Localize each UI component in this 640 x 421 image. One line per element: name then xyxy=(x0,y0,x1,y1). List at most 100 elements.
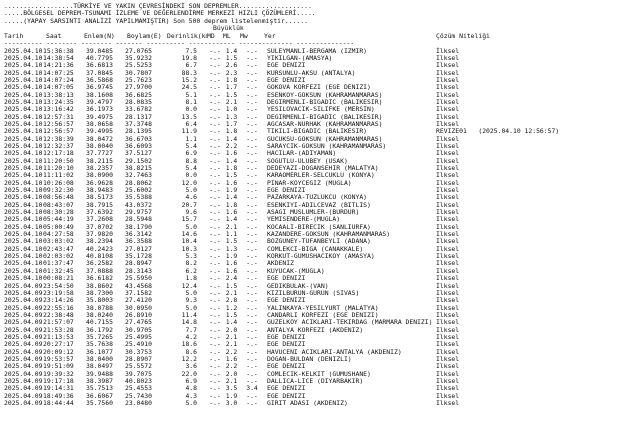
cell-spacer xyxy=(197,106,207,113)
cell-latitude: 39.4797 xyxy=(86,98,113,106)
cell-solution: İlksel xyxy=(436,341,460,349)
cell-place: KAZANDERE-GOKSUN (KAHRAMANMARAS) xyxy=(267,231,391,239)
cell-md: -.- xyxy=(209,201,221,209)
cell-ml: 1.9 xyxy=(225,392,238,400)
table-row: 2025.04.10 03:03:02 38.2394 36.3588 10.4 -.- 1… xyxy=(4,238,604,245)
cell-date: 2025.04.10 xyxy=(4,238,43,246)
cell-ml: 1.4 xyxy=(225,135,238,143)
table-row: 2025.04.10 11:20:10 38.2357 38.8215 5.4 -.- 1.… xyxy=(4,165,604,172)
cell-longitude: 37.1582 xyxy=(125,289,152,297)
cell-latitude: 36.2582 xyxy=(86,260,113,268)
cell-time: 12:56:57 xyxy=(43,128,74,136)
cell-date: 2025.04.10 xyxy=(4,142,43,150)
cell-solution: İlksel xyxy=(436,245,460,253)
cell-place: YESILOVACIK-SILIFKE (MERSIN) xyxy=(267,106,375,114)
cell-depth: 5.3 xyxy=(185,253,197,261)
cell-md: -.- xyxy=(209,289,221,297)
cell-solution: İlksel xyxy=(436,260,460,268)
cell-place: DOGAN-BULDAN (DENIZLI) xyxy=(267,355,352,363)
cell-md: -.- xyxy=(209,164,221,172)
cell-time: 01:37:47 xyxy=(43,260,74,268)
cell-longitude: 40.8023 xyxy=(125,377,152,385)
cell-mw: -.- xyxy=(246,201,258,209)
cell-time: 02:43:47 xyxy=(43,245,74,253)
cell-latitude: 40.7795 xyxy=(86,54,113,62)
cell-time: 11:11:02 xyxy=(43,172,74,180)
cell-longitude: 25.7430 xyxy=(125,392,152,400)
cell-ml: 1.7 xyxy=(225,120,238,128)
cell-md: -.- xyxy=(209,76,221,84)
cell-spacer xyxy=(197,121,207,128)
cell-latitude: 37.7727 xyxy=(86,150,113,158)
cell-mw: -.- xyxy=(246,142,258,150)
cell-spacer xyxy=(197,253,207,260)
cell-latitude: 38.0788 xyxy=(86,304,113,312)
cell-place: GUZELKOY ACIKLARI-TEKIRDAG (MARMARA DENI… xyxy=(267,319,433,327)
cell-longitude: 28.5948 xyxy=(125,216,152,224)
cell-mw: -.- xyxy=(246,54,258,62)
cell-solution: İlksel xyxy=(436,370,460,378)
cell-solution: İlksel xyxy=(436,275,460,283)
cell-depth: 13.5 xyxy=(181,113,197,121)
cell-depth: 12.4 xyxy=(181,282,197,290)
cell-time: 14:21:36 xyxy=(43,62,74,70)
cell-latitude: 36.1973 xyxy=(86,106,113,114)
cell-mw: -.- xyxy=(246,326,258,334)
cell-depth: 5.4 xyxy=(185,164,197,172)
table-row: 2025.04.10 15:36:38 39.0485 27.0765 7.5 -.- 1.… xyxy=(4,47,604,54)
cell-solution: İlksel xyxy=(436,172,460,180)
cell-depth: 5.0 xyxy=(185,399,197,407)
cell-ml: 1.6 xyxy=(225,267,238,275)
cell-spacer xyxy=(197,275,207,282)
cell-longitude: 28.8947 xyxy=(125,260,152,268)
cell-md: -.- xyxy=(209,326,221,334)
cell-spacer xyxy=(197,187,207,194)
cell-mw: -.- xyxy=(246,62,258,70)
cell-time: 18:49:36 xyxy=(43,392,74,400)
cell-ml: 1.9 xyxy=(225,187,238,195)
cell-mw: -.- xyxy=(246,216,258,224)
cell-latitude: 36.6813 xyxy=(86,62,113,70)
cell-time: 11:20:10 xyxy=(43,164,74,172)
cell-longitude: 43.4568 xyxy=(125,282,152,290)
cell-longitude: 26.8910 xyxy=(125,311,152,319)
cell-depth: 12.2 xyxy=(181,355,197,363)
cell-place: YALINKAYA-YESILYURT (MALATYA) xyxy=(267,304,379,312)
cell-spacer xyxy=(197,224,207,231)
cell-date: 2025.04.09 xyxy=(4,370,43,378)
cell-depth: 5.0 xyxy=(185,304,197,312)
cell-depth: 4.6 xyxy=(185,194,197,202)
table-row: 2025.04.09 19:14:31 35.7513 25.4553 4.8 -.- 3.… xyxy=(4,385,604,392)
cell-longitude: 37.3748 xyxy=(125,120,152,128)
cell-longitude: 25.4553 xyxy=(125,385,152,393)
header-separator: ---------- -------- -------- ------- ---… xyxy=(4,40,355,48)
cell-longitude: 36.3588 xyxy=(125,238,152,246)
table-row: 2025.04.09 19:51:09 38.0497 25.5572 3.6 -.- 2.… xyxy=(4,363,604,370)
cell-longitude: 30.9705 xyxy=(125,326,152,334)
cell-md: -.- xyxy=(209,54,221,62)
cell-ml: 2.1 xyxy=(225,377,238,385)
cell-md: -.- xyxy=(209,341,221,349)
cell-date: 2025.04.10 xyxy=(4,128,43,136)
cell-place: YIKILGAN-(AMASYA) xyxy=(267,54,333,62)
cell-depth: 4.2 xyxy=(185,333,197,341)
table-row: 2025.04.10 14:07:25 37.0845 30.7807 88.3 -.- 2… xyxy=(4,70,604,77)
cell-md: -.- xyxy=(209,231,221,239)
cell-date: 2025.04.10 xyxy=(4,157,43,165)
cell-solution: İlksel xyxy=(436,142,460,150)
cell-md: -.- xyxy=(209,150,221,158)
cell-place: ESENKIYI-ADILCEVAZ (BITLIS) xyxy=(267,201,371,209)
cell-time: 19:53:57 xyxy=(43,355,74,363)
cell-depth: 6.9 xyxy=(185,377,197,385)
cell-place: CANDARLI KORFEZI (EGE DENIZI) xyxy=(267,311,379,319)
cell-md: -.- xyxy=(209,370,221,378)
cell-spacer xyxy=(197,172,207,179)
table-row: 2025.04.09 19:39:32 39.9488 39.7075 22.0 -.- 2… xyxy=(4,371,604,378)
cell-time: 00:08:21 xyxy=(43,275,74,283)
cell-time: 14:38:54 xyxy=(43,54,74,62)
cell-date: 2025.04.10 xyxy=(4,253,43,261)
earthquake-table: Büyüklük Tarih Saat Enlem(N) Boylam(E) D… xyxy=(4,25,604,407)
cell-longitude: 25.7623 xyxy=(125,76,152,84)
table-body: 2025.04.10 15:36:38 39.0485 27.0765 7.5 -.- 1.… xyxy=(4,47,604,407)
table-header: Büyüklük Tarih Saat Enlem(N) Boylam(E) D… xyxy=(4,25,604,48)
